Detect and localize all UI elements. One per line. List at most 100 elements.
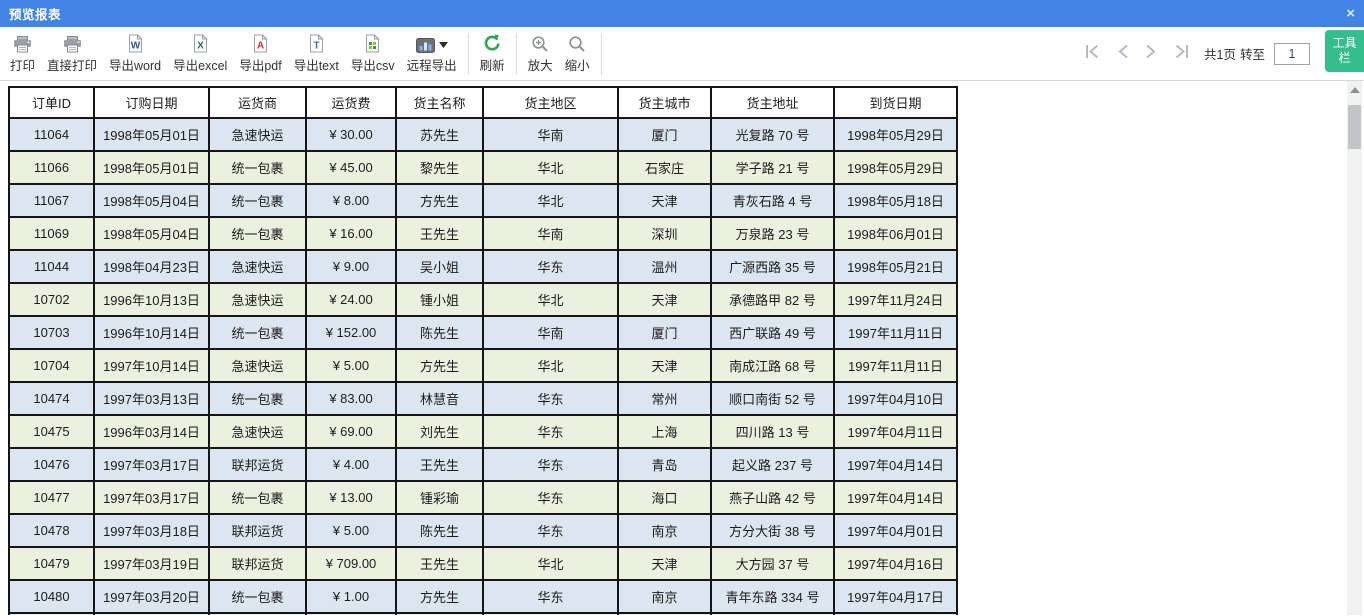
- report-table: 订单ID订购日期运货商运货费货主名称货主地区货主城市货主地址到货日期 11064…: [8, 86, 958, 615]
- last-page-button[interactable]: [1165, 43, 1198, 65]
- toolbar-group: 刷新: [474, 30, 511, 78]
- monitor-icon: [416, 33, 448, 53]
- table-cell: 华北: [483, 283, 618, 316]
- table-cell: 1998年05月01日: [94, 118, 209, 151]
- table-cell: 万泉路 23 号: [711, 217, 834, 250]
- table-cell: 1998年04月23日: [94, 250, 209, 283]
- table-cell: ¥ 30.00: [306, 118, 396, 151]
- table-cell: 1997年03月18日: [94, 514, 209, 547]
- table-cell: 广源西路 35 号: [711, 250, 834, 283]
- table-cell: 光复路 70 号: [711, 118, 834, 151]
- table-cell: 华东: [483, 580, 618, 613]
- table-cell: 上海: [618, 415, 711, 448]
- export-csv-label: 导出csv: [351, 55, 395, 74]
- table-cell: 天津: [618, 283, 711, 316]
- close-icon[interactable]: ×: [1346, 0, 1355, 27]
- first-page-button[interactable]: [1076, 43, 1109, 65]
- table-cell: 1998年05月29日: [834, 151, 957, 184]
- table-cell: 华南: [483, 118, 618, 151]
- table-cell: ¥ 8.00: [306, 184, 396, 217]
- table-cell: 锺小姐: [396, 283, 483, 316]
- table-cell: 联邦运货: [209, 547, 306, 580]
- toolbar-separator: [468, 33, 469, 75]
- refresh-button[interactable]: 刷新: [474, 30, 511, 78]
- table-cell: 1997年04月14日: [834, 448, 957, 481]
- table-cell: 10478: [9, 514, 94, 547]
- svg-text:T: T: [313, 40, 319, 51]
- table-cell: 南京: [618, 580, 711, 613]
- print-label: 打印: [10, 55, 35, 74]
- table-cell: 大方园 37 号: [711, 547, 834, 580]
- page-nav-buttons: [1076, 43, 1198, 65]
- scrollbar-thumb[interactable]: [1348, 105, 1361, 149]
- table-cell: 统一包裹: [209, 316, 306, 349]
- table-cell: 厦门: [618, 316, 711, 349]
- table-cell: 华东: [483, 481, 618, 514]
- export-csv-button[interactable]: 导出csv: [345, 30, 401, 78]
- table-cell: 10704: [9, 349, 94, 382]
- last-page-icon: [1172, 43, 1191, 65]
- export-word-label: 导出word: [109, 55, 161, 74]
- export-excel-button[interactable]: X 导出excel: [167, 30, 233, 78]
- csv-file-icon: [364, 33, 381, 53]
- table-cell: 急速快运: [209, 349, 306, 382]
- table-cell: 陈先生: [396, 316, 483, 349]
- export-word-button[interactable]: W导出word: [103, 30, 167, 78]
- zoom-in-button[interactable]: 放大: [522, 30, 559, 78]
- table-cell: 厦门: [618, 118, 711, 151]
- table-cell: 统一包裹: [209, 151, 306, 184]
- table-cell: 燕子山路 42 号: [711, 481, 834, 514]
- toolbar-toggle-button[interactable]: 工具 栏: [1325, 30, 1364, 72]
- table-cell: 1998年05月04日: [94, 184, 209, 217]
- table-header-row: 订单ID订购日期运货商运货费货主名称货主地区货主城市货主地址到货日期: [9, 87, 957, 118]
- excel-file-icon: X: [192, 33, 209, 53]
- next-page-button[interactable]: [1137, 43, 1165, 65]
- table-cell: 10475: [9, 415, 94, 448]
- table-cell: ¥ 709.00: [306, 547, 396, 580]
- table-cell: 四川路 13 号: [711, 415, 834, 448]
- column-header: 订单ID: [9, 87, 94, 118]
- preview-report-window: 预览报表 × 打印直接打印W导出wordX导出excelA导出pdfT导出tex…: [0, 0, 1364, 616]
- next-page-icon: [1144, 43, 1158, 65]
- export-text-button[interactable]: T导出text: [288, 30, 345, 78]
- remote-export-button[interactable]: 远程导出: [401, 30, 463, 78]
- table-cell: 1997年10月14日: [94, 349, 209, 382]
- table-cell: 1998年05月21日: [834, 250, 957, 283]
- table-cell: 起义路 237 号: [711, 448, 834, 481]
- table-cell: ¥ 83.00: [306, 382, 396, 415]
- table-cell: 1997年03月17日: [94, 481, 209, 514]
- table-cell: 青岛: [618, 448, 711, 481]
- zoom-out-button[interactable]: 缩小: [559, 30, 596, 78]
- table-cell: 11044: [9, 250, 94, 283]
- remote-export-label: 远程导出: [407, 55, 457, 74]
- table-cell: 1998年05月18日: [834, 184, 957, 217]
- table-cell: [711, 613, 834, 615]
- table-cell: 1997年04月01日: [834, 514, 957, 547]
- export-pdf-button[interactable]: A导出pdf: [233, 30, 287, 78]
- table-cell: 常州: [618, 382, 711, 415]
- table-cell: 王先生: [396, 217, 483, 250]
- table-cell: 南京: [618, 514, 711, 547]
- table-cell: 10702: [9, 283, 94, 316]
- export-excel-label: 导出excel: [173, 55, 227, 74]
- printer-icon: [63, 33, 82, 53]
- print-button[interactable]: 打印: [4, 30, 41, 78]
- table-cell: 1997年04月17日: [834, 580, 957, 613]
- table-cell: 10477: [9, 481, 94, 514]
- text-file-icon: T: [308, 33, 325, 53]
- direct-print-button[interactable]: 直接打印: [41, 30, 103, 78]
- column-header: 货主名称: [396, 87, 483, 118]
- prev-page-icon: [1116, 43, 1130, 65]
- prev-page-button[interactable]: [1109, 43, 1137, 65]
- table-cell: ¥ 16.00: [306, 217, 396, 250]
- table-row: 104751996年03月14日急速快运¥ 69.00刘先生华东上海四川路 13…: [9, 415, 957, 448]
- table-cell: 华北: [483, 349, 618, 382]
- scroll-up-icon[interactable]: [1350, 87, 1360, 93]
- table-cell: [94, 613, 209, 615]
- vertical-scrollbar[interactable]: [1347, 81, 1362, 615]
- table-cell: 10703: [9, 316, 94, 349]
- table-cell: [618, 613, 711, 615]
- table-cell: 华东: [483, 382, 618, 415]
- table-cell: 1998年06月01日: [834, 217, 957, 250]
- goto-page-input[interactable]: [1274, 43, 1310, 65]
